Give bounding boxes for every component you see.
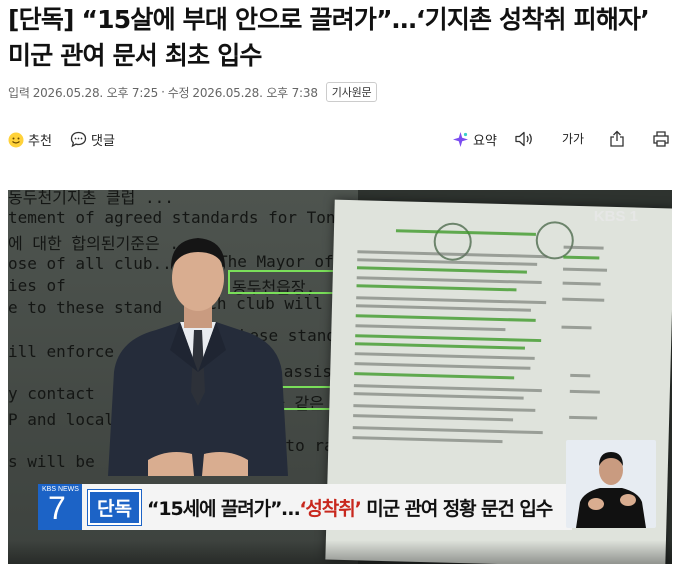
caption-headline: “15세에 끌려가”…‘성착취’ 미군 관여 정황 문건 입수 xyxy=(146,494,553,521)
paper-text-line: ies of xyxy=(8,276,66,295)
print-icon xyxy=(653,131,669,147)
published-label: 입력 xyxy=(8,85,30,100)
interpreter-figure xyxy=(576,452,646,528)
font-size-label: 가가 xyxy=(562,132,585,146)
comment-button[interactable]: 댓글 xyxy=(70,130,115,149)
paper-text-line: P and local xyxy=(8,410,114,429)
doc-text xyxy=(354,352,535,360)
doc-text xyxy=(562,297,605,302)
print-button[interactable] xyxy=(652,130,670,148)
doc-text xyxy=(353,414,514,422)
doc-text xyxy=(570,373,591,378)
original-article-button[interactable]: 기사원문 xyxy=(325,82,378,102)
doc-text xyxy=(353,384,542,393)
doc-highlight xyxy=(356,266,527,274)
published-time: 2026.05.28. 오후 7:25 xyxy=(32,85,159,100)
doc-highlight xyxy=(354,372,515,380)
summary-label: 요약 xyxy=(473,134,497,149)
doc-text xyxy=(356,296,547,305)
caption-part-2: 미군 관여 정황 문건 입수 xyxy=(360,497,553,520)
paper-text-line: y contact xyxy=(8,384,95,403)
listen-button[interactable] xyxy=(514,130,534,148)
doc-highlight xyxy=(356,284,517,292)
paper-text-line: ill enforce xyxy=(8,342,114,361)
doc-text xyxy=(356,276,542,285)
headline-bar: 단독 “15세에 끌려가”…‘성착취’ 미군 관여 정황 문건 입수 xyxy=(82,484,572,530)
doc-text xyxy=(353,404,536,412)
exclusive-tag: 단독 xyxy=(88,489,141,525)
comment-label: 댓글 xyxy=(91,134,115,149)
doc-highlight xyxy=(354,342,525,350)
recommend-button[interactable]: 추천 xyxy=(8,130,52,149)
doc-text xyxy=(562,281,601,286)
article-headline: [단독] “15살에 부대 안으로 끌려가”…‘기지촌 성착취 피해자’ 미군 … xyxy=(8,5,650,70)
speech-bubble-icon xyxy=(70,131,87,148)
share-button[interactable] xyxy=(608,130,626,148)
modified-label: 수정 xyxy=(167,85,190,100)
doc-text xyxy=(354,362,531,370)
doc-highlight xyxy=(563,255,600,260)
sparkle-icon xyxy=(453,132,468,147)
share-icon xyxy=(610,130,624,147)
doc-text xyxy=(353,392,524,400)
speaker-icon xyxy=(515,131,532,147)
recommend-label: 추천 xyxy=(28,134,52,149)
font-size-button[interactable]: 가가 xyxy=(562,130,584,147)
paper-text-line: s will be xyxy=(8,452,95,471)
doc-highlight xyxy=(355,334,542,343)
doc-highlight xyxy=(355,314,536,322)
broadcaster-logo: KBS 1 xyxy=(593,208,638,225)
doc-text xyxy=(569,415,598,420)
smile-icon xyxy=(8,132,24,147)
doc-text xyxy=(355,324,506,332)
article-meta: 입력 2026.05.28. 오후 7:25 · 수정 2026.05.28. … xyxy=(8,82,378,102)
paper-text-line: 동두천기지촌 클럽 ... xyxy=(8,190,174,207)
doc-text xyxy=(352,436,503,444)
caption-part-1: “15세에 끌려가”… xyxy=(146,497,300,520)
video-bottom-shade xyxy=(8,540,672,564)
doc-text xyxy=(562,267,608,272)
news-anchor xyxy=(108,238,288,476)
doc-text xyxy=(569,389,600,394)
meta-separator: · xyxy=(161,85,165,99)
caption-accent: ‘성착취’ xyxy=(299,497,361,520)
news-number: 7 xyxy=(48,490,66,526)
stamp-seal xyxy=(535,220,575,260)
article-toolbar: 추천 댓글 요약 가가 xyxy=(0,124,680,156)
doc-text xyxy=(355,304,531,312)
summary-button[interactable]: 요약 xyxy=(452,130,497,149)
doc-text xyxy=(352,426,543,435)
modified-time: 2026.05.28. 오후 7:38 xyxy=(192,85,318,100)
news-video-player[interactable]: 동두천기지촌 클럽 ... tement of agreed standards… xyxy=(8,190,672,564)
sign-language-interpreter xyxy=(566,440,656,528)
doc-text xyxy=(561,325,592,330)
news-program-badge: KBS NEWS 7 xyxy=(38,484,82,530)
news-lower-third: KBS NEWS 7 단독 “15세에 끌려가”…‘성착취’ 미군 관여 정황 … xyxy=(38,484,572,530)
